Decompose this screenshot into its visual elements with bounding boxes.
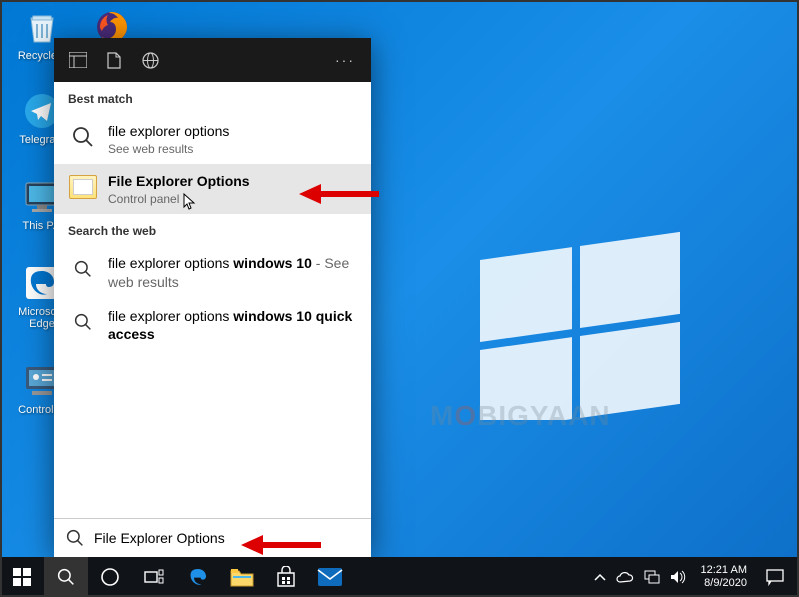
screenshot-border [0,0,799,597]
